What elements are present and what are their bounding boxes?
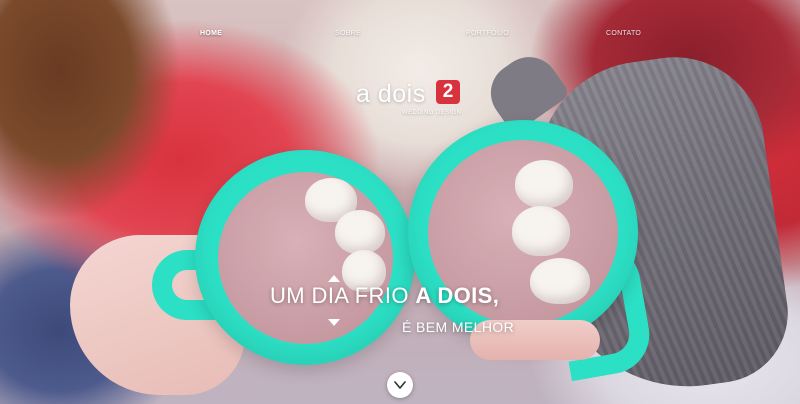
- nav-item-sobre[interactable]: SOBRE: [335, 30, 361, 37]
- scroll-down-button[interactable]: [387, 372, 413, 398]
- headline-line-2: É BEM MELHOR: [402, 319, 515, 335]
- marshmallow: [515, 160, 573, 208]
- logo-badge: 2: [436, 80, 460, 104]
- nav-item-contato[interactable]: CONTATO: [606, 30, 641, 37]
- marshmallow: [512, 206, 570, 256]
- hero-section: HOME SOBRE PORTFÓLIO CONTATO a dois 2 WE…: [0, 0, 800, 404]
- brand-logo[interactable]: a dois 2 WEDDING DESIGN: [356, 76, 466, 124]
- hero-headline: UM DIA FRIO A DOIS, É BEM MELHOR: [270, 275, 530, 343]
- arrow-up-icon[interactable]: [328, 275, 340, 282]
- main-nav: HOME SOBRE PORTFÓLIO CONTATO: [0, 30, 800, 44]
- chevron-down-icon: [394, 381, 406, 389]
- headline-text: UM DIA FRIO: [270, 283, 416, 308]
- headline-line-1: UM DIA FRIO A DOIS,: [270, 283, 499, 309]
- logo-subtitle: WEDDING DESIGN: [402, 110, 462, 116]
- logo-wordmark: a dois: [356, 80, 426, 108]
- headline-bold: A DOIS,: [415, 283, 500, 308]
- nav-item-home[interactable]: HOME: [200, 30, 222, 37]
- nav-item-portfolio[interactable]: PORTFÓLIO: [466, 30, 509, 37]
- marshmallow: [335, 210, 385, 254]
- arrow-down-icon[interactable]: [328, 319, 340, 326]
- marshmallow: [530, 258, 590, 304]
